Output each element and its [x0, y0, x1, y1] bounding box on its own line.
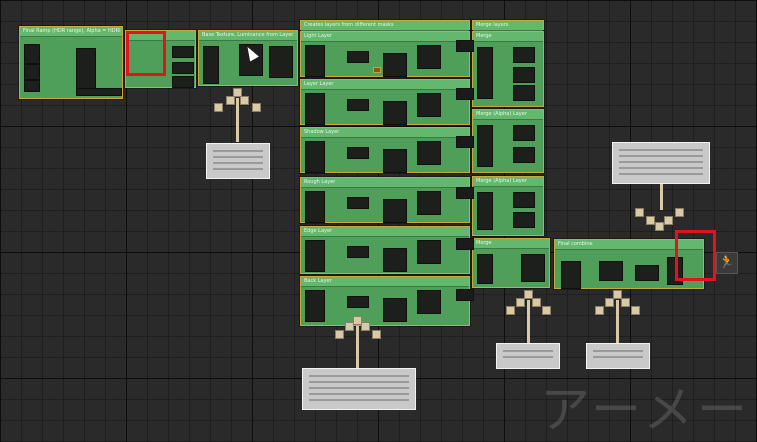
preview-pane [383, 149, 407, 173]
preview-pane [347, 296, 369, 308]
running-figure-icon[interactable]: 🏃 [716, 252, 738, 274]
connector-tab[interactable] [456, 289, 474, 301]
preview-pane [513, 85, 535, 101]
preview-pane [513, 212, 535, 228]
preview-pane [347, 197, 369, 209]
preview-pane [513, 47, 535, 63]
preview-pane [513, 125, 535, 141]
input-port[interactable] [477, 254, 493, 284]
group-header-layers: Creates layers from different masks [300, 20, 470, 32]
connector-tab[interactable] [456, 88, 474, 100]
preview-pane [417, 290, 441, 314]
preview-pane [383, 298, 407, 322]
input-port[interactable] [24, 44, 40, 64]
preview-pane [417, 191, 441, 215]
comment-box[interactable] [612, 142, 710, 184]
preview-pane [635, 265, 659, 281]
preview-pane [383, 101, 407, 125]
preview-pane [383, 199, 407, 223]
preview-pane [417, 93, 441, 117]
node-title: Back Layer [301, 277, 469, 287]
node-merge-2[interactable]: Merge (Alpha) Layer [472, 109, 544, 173]
preview-pane [347, 99, 369, 111]
node-title: Rough Layer [301, 178, 469, 188]
preview-pane [417, 45, 441, 69]
output-port[interactable] [172, 76, 194, 88]
preview-pane [521, 254, 545, 282]
preview-pane [513, 192, 535, 208]
highlight-box [126, 31, 166, 76]
preview-pane [417, 141, 441, 165]
node-graph-canvas[interactable]: Final Ramp (HDR range), Alpha = HDRI Bas… [0, 0, 757, 439]
comment-box[interactable] [206, 143, 270, 179]
preview-pane [513, 67, 535, 83]
preview-pane [599, 261, 623, 281]
output-port[interactable] [172, 62, 194, 74]
node-title: Edge Layer [301, 227, 469, 237]
input-port[interactable] [305, 93, 325, 125]
highlight-box [675, 230, 716, 281]
node-title: Merge (Alpha) Layer [473, 177, 543, 187]
node-title: Light Layer [301, 32, 469, 42]
input-port[interactable] [24, 80, 40, 92]
node-title: Layer Layer [301, 80, 469, 90]
input-port[interactable] [305, 191, 325, 223]
node-merge-3[interactable]: Merge (Alpha) Layer [472, 176, 544, 236]
connector-tab[interactable] [456, 238, 474, 250]
connector-tab[interactable] [456, 187, 474, 199]
input-port[interactable] [305, 141, 325, 173]
input-port[interactable] [477, 47, 493, 99]
node-merge-4[interactable]: Merge [472, 238, 550, 288]
node-title: Base Texture, Luminance from Layer [199, 31, 297, 41]
node-layer-1[interactable]: Light Layer [300, 31, 470, 77]
node-layer-4[interactable]: Rough Layer [300, 177, 470, 223]
connector-tab[interactable] [456, 40, 474, 52]
output-port[interactable] [172, 46, 194, 58]
preview-pane [347, 51, 369, 63]
preview-pane [347, 147, 369, 159]
node-title: Merge [473, 239, 549, 249]
preview-pane [269, 46, 293, 78]
watermark-text: アーメー [540, 381, 751, 439]
input-port[interactable] [305, 45, 325, 77]
node-layer-3[interactable]: Shadow Layer [300, 127, 470, 173]
comment-box[interactable] [586, 343, 650, 369]
slot[interactable] [373, 67, 381, 73]
node-title: Merge [473, 32, 543, 42]
node-title: Shadow Layer [301, 128, 469, 138]
group-header-merge: Merge layers [472, 20, 544, 32]
preview-pane [76, 48, 96, 90]
input-port[interactable] [305, 240, 325, 272]
comment-box[interactable] [302, 368, 416, 410]
node-layer-2[interactable]: Layer Layer [300, 79, 470, 125]
node-title: Merge (Alpha) Layer [473, 110, 543, 120]
node-final-ramp[interactable]: Final Ramp (HDR range), Alpha = HDRI [19, 26, 123, 99]
preview-pane [383, 248, 407, 272]
input-port[interactable] [477, 192, 493, 230]
input-port[interactable] [477, 125, 493, 167]
node-merge-1[interactable]: Merge [472, 31, 544, 107]
output-port[interactable] [76, 88, 122, 96]
preview-pane [383, 53, 407, 77]
input-port[interactable] [305, 290, 325, 322]
node-layer-6[interactable]: Back Layer [300, 276, 470, 326]
connector-tab[interactable] [456, 136, 474, 148]
input-port[interactable] [561, 261, 581, 289]
node-title: Final Ramp (HDR range), Alpha = HDRI [20, 27, 122, 37]
preview-pane [513, 147, 535, 163]
input-port[interactable] [203, 46, 219, 84]
input-port[interactable] [24, 64, 40, 80]
comment-box[interactable] [496, 343, 560, 369]
preview-pane [417, 240, 441, 264]
preview-pane [347, 246, 369, 258]
node-layer-5[interactable]: Edge Layer [300, 226, 470, 274]
